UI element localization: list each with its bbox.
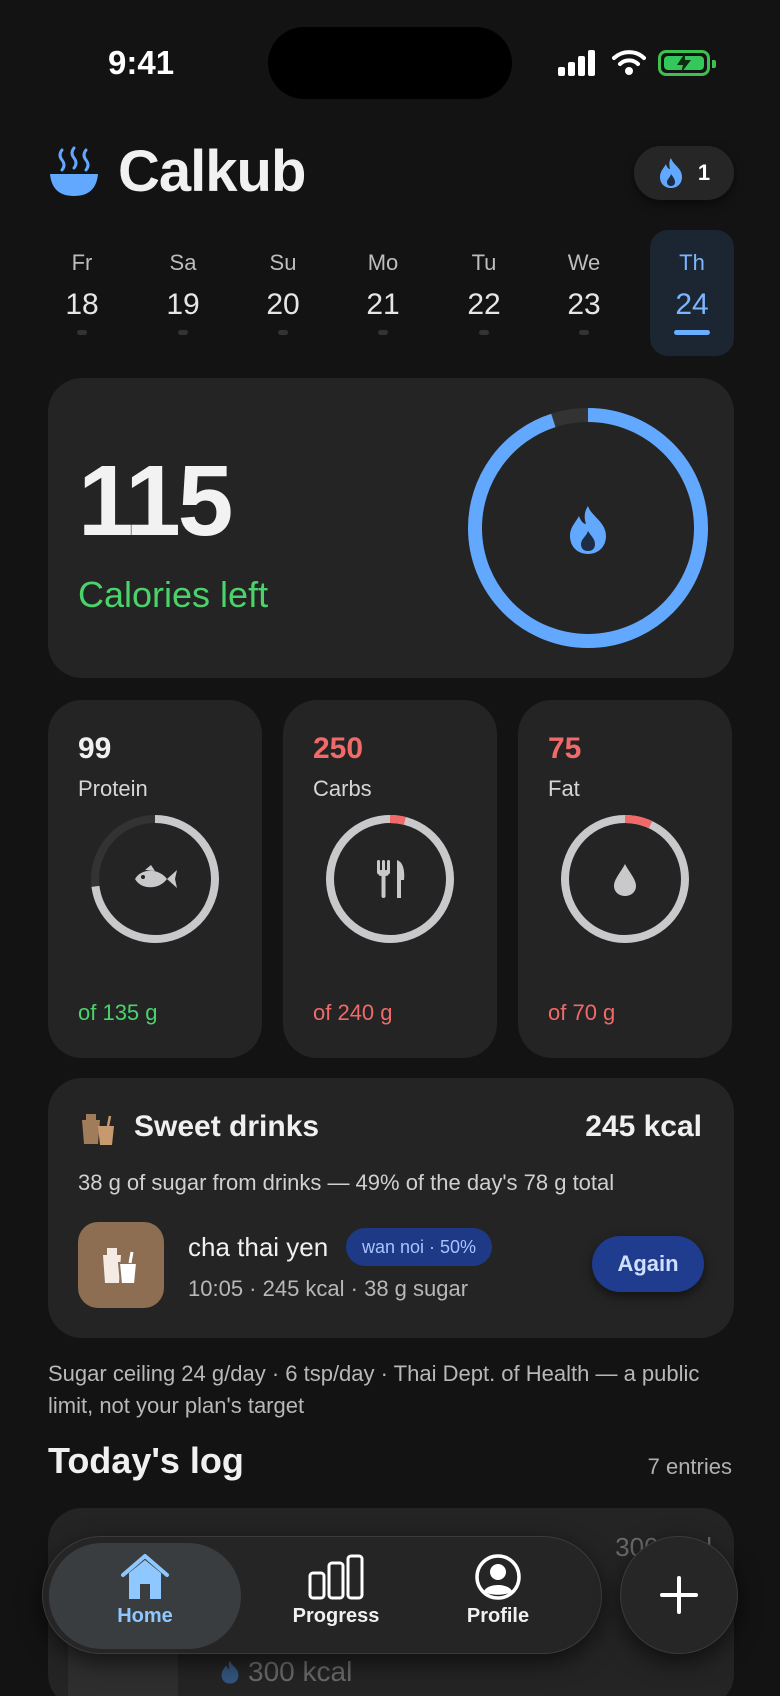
calories-left-value: 115 [78,445,233,557]
day-indicator [378,330,388,335]
day-name: Fr [71,250,93,275]
fat-ring [561,815,689,943]
day-name: Tu [471,250,497,275]
carbs-ring [326,815,454,943]
day-indicator [77,330,87,335]
day-date: 24 [675,288,709,321]
day-name: Th [679,250,705,275]
day-mo[interactable]: Mo 21 [341,230,425,356]
wifi-icon [612,50,646,75]
log-entry-kcal-text: 300 kcal [248,1656,353,1687]
day-fr[interactable]: Fr 18 [40,230,124,356]
day-date: 23 [567,288,601,321]
protein-target: of 135 g [78,1000,158,1025]
fat-label: Fat [548,776,580,801]
calories-card[interactable]: 115 Calories left [48,378,734,678]
protein-label: Protein [78,776,148,801]
drink-name: cha thai yen [188,1232,329,1262]
streak-count: 1 [697,160,711,185]
tab-progress-label: Progress [292,1605,380,1627]
home-icon [121,1554,169,1599]
drink-thumbnail [78,1222,164,1308]
day-name: Su [269,250,297,275]
log-entry-count: 7 entries [647,1454,732,1479]
sugar-summary: 38 g of sugar from drinks — 49% of the d… [78,1170,615,1195]
steaming-bowl-icon [50,146,98,196]
day-date: 18 [65,288,99,321]
day-date: 19 [166,288,200,321]
fish-icon [135,865,177,888]
sugar-ceiling-note: Sugar ceiling 24 g/day · 6 tsp/day · Tha… [48,1361,700,1418]
protein-value: 99 [78,732,112,765]
flame-icon [570,506,606,554]
sweet-drinks-kcal: 245 kcal [585,1110,702,1143]
fat-card[interactable]: 75 Fat of 70 g [518,700,732,1058]
tab-profile[interactable]: Profile [433,1543,563,1649]
calories-ring [468,408,708,648]
flame-icon [659,158,682,188]
bar-chart-icon [308,1554,364,1600]
fork-knife-icon [377,860,405,898]
carbs-target: of 240 g [313,1000,393,1025]
plus-icon [660,1576,698,1614]
day-date: 20 [266,288,300,321]
carbs-value: 250 [313,732,364,765]
add-entry-button[interactable] [620,1536,738,1654]
status-time: 9:41 [108,44,175,81]
carbs-card[interactable]: 250 Carbs of 240 g [283,700,497,1058]
protein-card[interactable]: 99 Protein of 135 g [48,700,262,1058]
day-name: We [567,250,601,275]
drink-cups-icon [82,1114,114,1145]
calories-left-label: Calories left [78,574,269,615]
day-sa[interactable]: Sa 19 [141,230,225,356]
cellular-signal-icon [558,50,598,76]
day-indicator [278,330,288,335]
dynamic-island [268,27,512,99]
day-su[interactable]: Su 20 [241,230,325,356]
day-name: Sa [169,250,197,275]
protein-ring [91,815,219,943]
tab-progress[interactable]: Progress [271,1543,401,1649]
log-entry-kcal: 300 kcal [220,1656,352,1688]
todays-log-title: Today's log [48,1440,244,1481]
drink-cups-icon [103,1248,139,1285]
day-indicator [479,330,489,335]
streak-badge[interactable]: 1 [634,146,734,200]
day-name: Mo [367,250,399,275]
day-th-selected[interactable]: Th 24 [650,230,734,356]
tab-profile-label: Profile [466,1605,530,1627]
status-bar: 9:41 [0,0,780,120]
drop-icon [614,864,636,896]
app-title: Calkub [118,139,306,204]
again-button[interactable]: Again [592,1236,704,1292]
sweet-drinks-card[interactable]: Sweet drinks 245 kcal 38 g of sugar from… [48,1078,734,1338]
day-tu[interactable]: Tu 22 [442,230,526,356]
tab-home[interactable]: Home [49,1543,241,1649]
fat-value: 75 [548,732,582,765]
drink-meta: 10:05 · 245 kcal · 38 g sugar [188,1276,469,1301]
flame-icon [221,1660,239,1684]
user-circle-icon [475,1554,521,1600]
day-indicator [674,330,710,335]
carbs-label: Carbs [313,776,372,801]
day-date: 22 [467,288,501,321]
fat-target: of 70 g [548,1000,616,1025]
tab-home-label: Home [117,1605,173,1627]
day-we[interactable]: We 23 [542,230,626,356]
day-indicator [579,330,589,335]
battery-charging-icon [658,50,716,76]
sweet-drinks-title: Sweet drinks [134,1110,320,1143]
tab-bar: Home Progress Profile [42,1536,602,1654]
sweetness-tag: wan noi · 50% [346,1228,493,1266]
day-date: 21 [366,288,400,321]
day-indicator [178,330,188,335]
week-selector: Fr 18 Sa 19 Su 20 Mo 21 Tu 22 We 23 Th 24 [40,230,740,356]
